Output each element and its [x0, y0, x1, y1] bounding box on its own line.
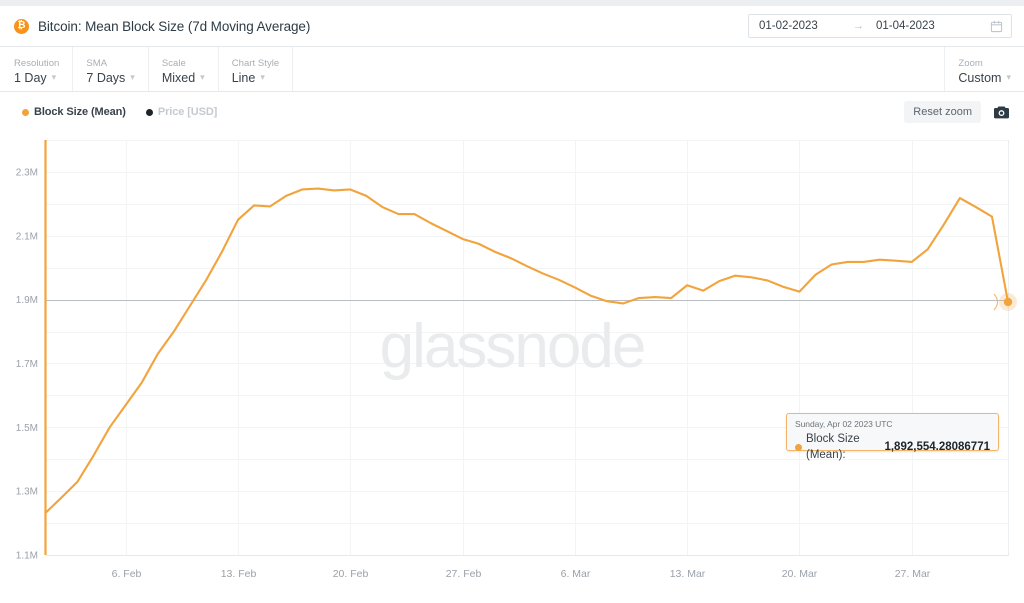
chart-plot-area: 2.3M 2.1M 1.9M 1.7M 1.5M 1.3M 1.1M 6. Feb 13. F… — [0, 132, 1024, 603]
chart-style-label: Chart Style — [231, 57, 280, 69]
y-axis-tick-label: 1.3M — [16, 487, 38, 498]
chart-y-axis-labels: 2.3M 2.1M 1.9M 1.7M 1.5M 1.3M 1.1M — [16, 167, 38, 561]
x-axis-tick-label: 20. Mar — [782, 568, 818, 580]
tooltip-stem — [993, 293, 999, 311]
camera-icon[interactable] — [993, 105, 1010, 120]
chart-x-axis-labels: 6. Feb 13. Feb 20. Feb 27. Feb 6. Mar 13. Mar… — [112, 568, 931, 580]
y-axis-tick-label: 1.5M — [16, 423, 38, 434]
zoom-value: Custom ▾ — [958, 70, 1011, 86]
y-axis-tick-label: 2.1M — [16, 231, 38, 242]
x-axis-tick-label: 20. Feb — [333, 568, 369, 580]
glassnode-chart-page: ₿ Bitcoin: Mean Block Size (7d Moving Av… — [0, 0, 1024, 603]
date-range-end[interactable]: 01-04-2023 — [876, 20, 966, 32]
toolbar-spacer — [293, 47, 946, 91]
tooltip-value-row: Block Size (Mean): 1,892,554.28086771 — [795, 431, 990, 463]
y-axis-tick-label: 1.7M — [16, 359, 38, 370]
legend-item-block-size[interactable]: Block Size (Mean) — [22, 106, 126, 118]
chart-toolbar: Resolution 1 Day ▾ SMA 7 Days ▾ Scale Mi… — [0, 47, 1024, 92]
legend-actions: Reset zoom — [904, 101, 1024, 123]
legend-dot-icon — [22, 108, 29, 116]
y-axis-tick-label: 1.9M — [16, 295, 38, 306]
scale-value-text: Mixed — [161, 70, 196, 85]
x-axis-tick-label: 13. Feb — [221, 568, 257, 580]
x-axis-tick-label: 27. Feb — [446, 568, 482, 580]
resolution-value-text: 1 Day — [14, 70, 47, 85]
zoom-value-text: Custom — [958, 70, 1002, 85]
chevron-down-icon: ▾ — [51, 72, 57, 82]
tooltip-date: Sunday, Apr 02 2023 UTC — [795, 419, 893, 429]
chart-legend-row: Block Size (Mean) Price [USD] Reset zoom — [0, 92, 1024, 132]
header-controls: 01-02-2023 → 01-04-2023 — [748, 14, 1024, 38]
scale-value: Mixed ▾ — [162, 70, 205, 86]
x-axis-tick-label: 27. Mar — [895, 568, 931, 580]
chart-header: ₿ Bitcoin: Mean Block Size (7d Moving Av… — [0, 6, 1024, 47]
calendar-icon[interactable] — [990, 20, 1003, 33]
date-range-picker[interactable]: 01-02-2023 → 01-04-2023 — [748, 14, 1012, 38]
date-range-arrow: → — [853, 20, 864, 32]
x-axis-tick-label: 6. Mar — [561, 568, 591, 580]
tooltip-value: 1,892,554.28086771 — [884, 441, 990, 453]
chart-tooltip: Sunday, Apr 02 2023 UTC Block Size (Mean… — [786, 413, 999, 461]
chevron-down-icon: ▾ — [260, 72, 265, 82]
line-chart-svg: 2.3M 2.1M 1.9M 1.7M 1.5M 1.3M 1.1M 6. Feb 13. F… — [16, 140, 1017, 580]
tooltip-dot-icon — [795, 443, 802, 451]
sma-value: 7 Days ▾ — [86, 70, 134, 86]
bitcoin-icon: ₿ — [14, 18, 29, 34]
y-axis-tick-label: 2.3M — [16, 167, 38, 178]
sma-label: SMA — [86, 57, 108, 69]
scale-label: Scale — [161, 57, 186, 69]
legend-label-price: Price [USD] — [157, 106, 218, 118]
legend-label-block-size: Block Size (Mean) — [34, 106, 126, 118]
chevron-down-icon: ▾ — [1006, 72, 1011, 82]
resolution-label: Resolution — [14, 57, 60, 69]
date-range-start[interactable]: 01-02-2023 — [759, 20, 849, 32]
chart-style-value-text: Line — [231, 70, 256, 85]
page-title: Bitcoin: Mean Block Size (7d Moving Aver… — [38, 18, 311, 34]
x-axis-tick-label: 6. Feb — [112, 568, 142, 580]
legend-item-price[interactable]: Price [USD] — [145, 106, 218, 118]
chart-style-dropdown[interactable]: Chart Style Line ▾ — [219, 47, 294, 91]
glassnode-watermark: glassnode — [380, 312, 645, 381]
chevron-down-icon: ▾ — [200, 72, 205, 82]
zoom-label: Zoom — [958, 57, 983, 69]
legend-items: Block Size (Mean) Price [USD] — [0, 106, 217, 118]
zoom-dropdown[interactable]: Zoom Custom ▾ — [945, 47, 1024, 91]
chevron-down-icon: ▾ — [130, 72, 135, 82]
reset-zoom-button[interactable]: Reset zoom — [904, 101, 981, 123]
scale-dropdown[interactable]: Scale Mixed ▾ — [149, 47, 219, 91]
sma-dropdown[interactable]: SMA 7 Days ▾ — [73, 47, 149, 91]
y-axis-tick-label: 1.1M — [16, 551, 38, 562]
chart-style-value: Line ▾ — [232, 70, 280, 86]
last-point-marker[interactable] — [1003, 297, 1013, 307]
sma-value-text: 7 Days — [86, 70, 126, 85]
resolution-dropdown[interactable]: Resolution 1 Day ▾ — [0, 47, 74, 91]
resolution-value: 1 Day ▾ — [14, 70, 59, 86]
tooltip-series-label: Block Size (Mean): — [806, 433, 860, 461]
header-title-group: ₿ Bitcoin: Mean Block Size (7d Moving Av… — [0, 18, 311, 34]
x-axis-tick-label: 13. Mar — [670, 568, 706, 580]
legend-dot-icon — [145, 108, 153, 116]
